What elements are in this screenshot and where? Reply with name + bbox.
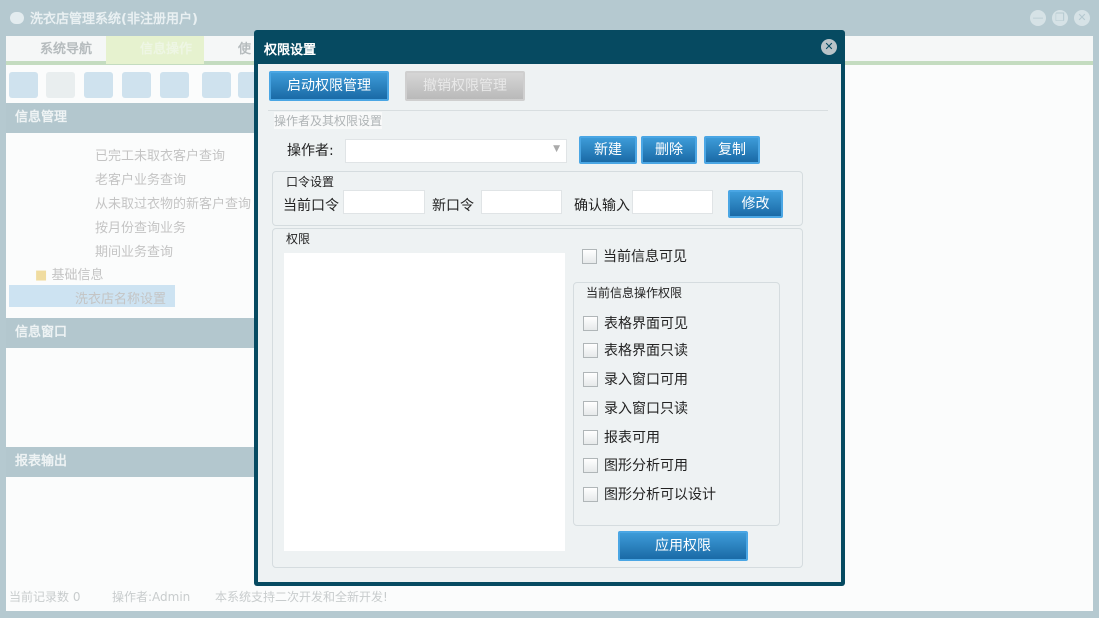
- apply-permission-button[interactable]: 应用权限: [618, 531, 748, 561]
- search-tool-button[interactable]: [9, 72, 38, 98]
- dialog-body: 启动权限管理 撤销权限管理 操作者及其权限设置 操作者: ▼ 新建 删除 复制 …: [258, 64, 841, 582]
- window-tool-button[interactable]: [160, 72, 189, 98]
- operator-label: 操作者:: [287, 143, 334, 159]
- tab-info-ops[interactable]: 信息操作: [106, 36, 204, 64]
- document-tool-button[interactable]: [84, 72, 113, 98]
- permission-group-label: 权限: [286, 232, 311, 246]
- tree-item[interactable]: 按月份查询业务: [95, 217, 186, 236]
- op-checkbox[interactable]: 报表可用: [583, 427, 660, 447]
- status-records: 当前记录数 0: [9, 590, 81, 604]
- start-permission-button[interactable]: 启动权限管理: [269, 71, 389, 101]
- status-note: 本系统支持二次开发和全新开发!: [215, 590, 388, 604]
- permission-dialog: 权限设置 ✕ 启动权限管理 撤销权限管理 操作者及其权限设置 操作者: ▼ 新建…: [254, 30, 845, 586]
- tree-item[interactable]: 从未取过衣物的新客户查询: [95, 193, 251, 212]
- copy-button[interactable]: 复制: [704, 136, 760, 164]
- revoke-permission-button[interactable]: 撤销权限管理: [405, 71, 525, 101]
- confirm-password-label: 确认输入: [574, 198, 630, 214]
- panel-report-header[interactable]: 报表输出: [6, 447, 258, 477]
- panel-info-window-header[interactable]: 信息窗口: [6, 318, 258, 348]
- status-operator: 操作者:Admin: [112, 590, 191, 604]
- user-tool-button[interactable]: [122, 72, 151, 98]
- op-checkbox[interactable]: 表格界面可见: [583, 313, 688, 333]
- app-title: 洗衣店管理系统(非注册用户): [10, 8, 198, 27]
- operator-select[interactable]: ▼: [345, 139, 567, 163]
- chevron-down-icon: ▼: [553, 144, 560, 154]
- op-checkbox[interactable]: 图形分析可用: [583, 455, 688, 475]
- folder-icon: ■: [35, 268, 48, 283]
- ops-group-label: 当前信息操作权限: [586, 284, 683, 301]
- new-password-label: 新口令: [432, 198, 474, 214]
- minimize-button[interactable]: —: [1030, 10, 1046, 26]
- password-group-label: 口令设置: [286, 175, 335, 189]
- confirm-password-input[interactable]: [632, 190, 713, 214]
- divider: [268, 110, 828, 111]
- dialog-title: 权限设置: [264, 43, 317, 58]
- tree-item[interactable]: 已完工未取衣客户查询: [95, 145, 225, 164]
- new-button[interactable]: 新建: [579, 136, 637, 164]
- modify-button[interactable]: 修改: [728, 190, 783, 218]
- tree-folder[interactable]: ■ 基础信息: [35, 264, 103, 283]
- permission-list[interactable]: [284, 253, 565, 551]
- list-tool-button[interactable]: [46, 72, 75, 98]
- tree-item-selected[interactable]: 洗衣店名称设置: [9, 285, 175, 307]
- app-logo-icon: [10, 11, 24, 24]
- dialog-close-button[interactable]: ✕: [821, 39, 837, 55]
- tree-item[interactable]: 期间业务查询: [95, 241, 173, 260]
- restore-button[interactable]: ❐: [1052, 10, 1068, 26]
- visible-checkbox[interactable]: 当前信息可见: [582, 246, 687, 266]
- new-password-input[interactable]: [481, 190, 562, 214]
- op-checkbox[interactable]: 录入窗口只读: [583, 398, 688, 418]
- tab-system-nav[interactable]: 系统导航: [6, 36, 106, 64]
- delete-button[interactable]: 删除: [641, 136, 697, 164]
- op-checkbox[interactable]: 录入窗口可用: [583, 369, 688, 389]
- current-password-label: 当前口令: [283, 198, 339, 214]
- current-password-input[interactable]: [343, 190, 425, 214]
- op-checkbox[interactable]: 图形分析可以设计: [583, 484, 716, 504]
- panel-info-mgmt-header[interactable]: 信息管理: [6, 103, 258, 133]
- export-tool-button[interactable]: [202, 72, 231, 98]
- op-checkbox[interactable]: 表格界面只读: [583, 340, 688, 360]
- close-app-button[interactable]: ✕: [1074, 10, 1090, 26]
- operator-group-label: 操作者及其权限设置: [274, 112, 383, 129]
- tree-item[interactable]: 老客户业务查询: [95, 169, 186, 188]
